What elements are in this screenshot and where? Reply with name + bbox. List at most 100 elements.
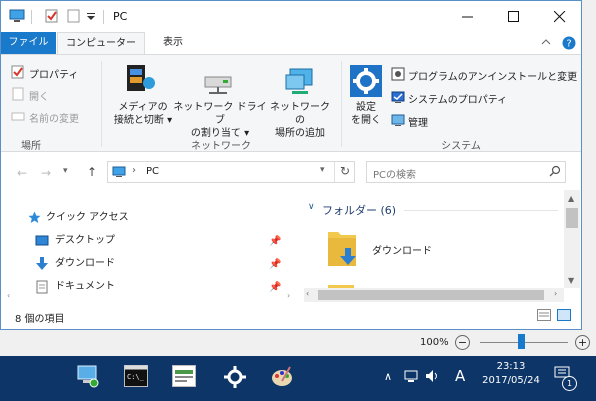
zoom-slider-thumb[interactable] xyxy=(518,334,525,349)
svg-text:?: ? xyxy=(566,39,571,50)
details-view-icon[interactable] xyxy=(537,309,551,324)
zoom-bar: 100% − + xyxy=(0,330,596,356)
uninstall-icon xyxy=(391,67,405,84)
help-icon[interactable]: ? xyxy=(562,36,576,53)
rename-icon xyxy=(11,109,25,126)
explorer-window-icon xyxy=(172,365,196,390)
zoom-out-button[interactable]: − xyxy=(455,335,470,350)
search-input[interactable]: PCの検索 xyxy=(373,166,416,181)
media-connect-button[interactable]: メディアの 接続と切断 ▾ xyxy=(111,101,175,127)
pin-icon[interactable]: 📌 xyxy=(269,236,281,247)
map-network-drive-button[interactable]: ネットワーク ドライブ の割り当て ▾ xyxy=(173,101,267,140)
clock-time: 23:13 xyxy=(496,361,526,372)
group-label-system: システム xyxy=(441,141,481,152)
open-settings-button[interactable]: 設定 を開く xyxy=(347,101,385,127)
scroll-left-icon[interactable]: ‹ xyxy=(306,289,309,298)
uninstall-programs-button[interactable]: プログラムのアンインストールと変更 xyxy=(408,68,577,83)
taskbar-paint-app[interactable] xyxy=(260,356,304,401)
settings-label-line2: を開く xyxy=(351,115,381,126)
ribbon: プロパティ 開く 名前の変更 場所 メディアの 接続と切断 ▾ ネットワーク ド… xyxy=(1,54,581,152)
address-bar[interactable]: › PC ▾ ↻ xyxy=(107,161,355,183)
nav-label: ドキュメント xyxy=(55,281,115,292)
network-tray-icon[interactable] xyxy=(404,370,420,387)
nav-item-downloads[interactable]: ダウンロード xyxy=(35,255,115,273)
pin-icon[interactable]: 📌 xyxy=(269,259,281,270)
forward-arrow-icon[interactable]: → xyxy=(41,166,51,180)
star-icon xyxy=(28,211,41,231)
open-button[interactable]: 開く xyxy=(29,88,49,103)
nav-item-documents[interactable]: ドキュメント xyxy=(35,278,115,296)
content-pane: ∨ フォルダー (6) ダウンロード ‹ › ▲ ▼ xyxy=(298,190,581,302)
tab-file[interactable]: ファイル xyxy=(1,32,56,54)
scroll-left-icon[interactable]: ‹ xyxy=(7,291,10,300)
manage-button[interactable]: 管理 xyxy=(408,114,428,129)
map-label-line1: ネットワーク ドライブ xyxy=(173,102,267,126)
ribbon-tabs: ファイル コンピューター 表示 ? xyxy=(1,32,581,54)
search-icon[interactable] xyxy=(549,165,561,180)
maximize-button[interactable] xyxy=(491,1,537,32)
addloc-label-line1: ネットワークの xyxy=(270,102,330,126)
separator xyxy=(101,61,102,147)
separator xyxy=(103,10,104,24)
search-box[interactable]: PCの検索 xyxy=(366,161,566,183)
taskbar-cmd-app[interactable]: C:\_ xyxy=(114,356,158,401)
scrollbar-thumb[interactable] xyxy=(566,208,578,228)
pc-icon[interactable] xyxy=(9,9,25,23)
show-hidden-icons-chevron-icon[interactable]: ∧ xyxy=(384,370,392,383)
group-label-network: ネットワーク xyxy=(191,141,251,152)
scroll-up-icon[interactable]: ▲ xyxy=(568,194,574,203)
system-properties-button[interactable]: システムのプロパティ xyxy=(408,91,507,106)
back-arrow-icon[interactable]: ← xyxy=(17,166,27,180)
large-icons-view-icon[interactable] xyxy=(557,309,571,324)
chevron-down-icon: ∨ xyxy=(308,202,315,212)
add-network-location-button[interactable]: ネットワークの 場所の追加 xyxy=(267,101,333,140)
properties-check-icon[interactable] xyxy=(45,9,59,23)
tab-computer[interactable]: コンピューター xyxy=(57,32,145,54)
folder-item-downloads[interactable]: ダウンロード xyxy=(326,228,486,272)
recent-locations-chevron-icon[interactable]: ▾ xyxy=(63,166,68,176)
notification-badge: 1 xyxy=(562,376,577,391)
collapse-ribbon-icon[interactable] xyxy=(541,38,551,49)
media-icon xyxy=(123,63,157,98)
taskbar-explorer-app[interactable] xyxy=(162,356,206,401)
taskbar-settings-app[interactable] xyxy=(212,356,256,401)
tab-view[interactable]: 表示 xyxy=(153,32,193,54)
scroll-down-icon[interactable]: ▼ xyxy=(568,276,574,285)
close-button[interactable] xyxy=(537,1,581,32)
address-dropdown-icon[interactable]: ▾ xyxy=(320,165,325,175)
pin-icon[interactable]: 📌 xyxy=(269,282,281,293)
new-folder-icon[interactable] xyxy=(67,9,81,23)
navigation-pane: クイック アクセス デスクトップ ダウンロード ドキュメント 📌 📌 📌 ‹ › xyxy=(1,190,298,302)
scroll-right-icon[interactable]: › xyxy=(287,291,290,300)
ime-indicator[interactable]: A xyxy=(455,367,465,385)
up-arrow-icon[interactable]: ↑ xyxy=(87,165,97,179)
breadcrumb-separator-icon: › xyxy=(132,165,136,176)
nav-item-desktop[interactable]: デスクトップ xyxy=(35,232,115,250)
address-row: ← → ▾ ↑ › PC ▾ ↻ PCの検索 xyxy=(1,152,581,190)
properties-icon xyxy=(11,65,25,82)
horizontal-scrollbar[interactable]: ‹ › xyxy=(304,288,564,302)
quick-access-dropdown-icon[interactable] xyxy=(85,9,99,23)
system-properties-icon xyxy=(391,90,405,107)
network-drive-icon xyxy=(203,71,235,100)
scroll-right-icon[interactable]: › xyxy=(554,289,557,298)
media-label-line1: メディアの xyxy=(118,102,168,113)
vertical-scrollbar[interactable]: ▲ ▼ xyxy=(564,190,580,288)
properties-button[interactable]: プロパティ xyxy=(29,66,78,81)
scrollbar-thumb[interactable] xyxy=(318,290,544,300)
action-center-button[interactable]: 1 xyxy=(554,366,577,391)
breadcrumb-pc[interactable]: PC xyxy=(146,166,159,177)
volume-icon[interactable] xyxy=(425,369,441,386)
zoom-level: 100% xyxy=(420,337,449,348)
open-icon xyxy=(11,87,25,104)
rename-button[interactable]: 名前の変更 xyxy=(29,110,79,125)
desktop-icon xyxy=(35,235,49,254)
clock[interactable]: 23:13 2017/05/24 xyxy=(472,359,550,399)
svg-text:C:\_: C:\_ xyxy=(127,373,145,381)
nav-item-quick-access[interactable]: クイック アクセス xyxy=(28,209,129,227)
taskbar-network-app[interactable] xyxy=(66,356,110,401)
refresh-icon[interactable]: ↻ xyxy=(340,164,350,178)
minimize-button[interactable] xyxy=(445,1,491,32)
zoom-in-button[interactable]: + xyxy=(575,335,590,350)
paint-palette-icon xyxy=(270,365,294,392)
